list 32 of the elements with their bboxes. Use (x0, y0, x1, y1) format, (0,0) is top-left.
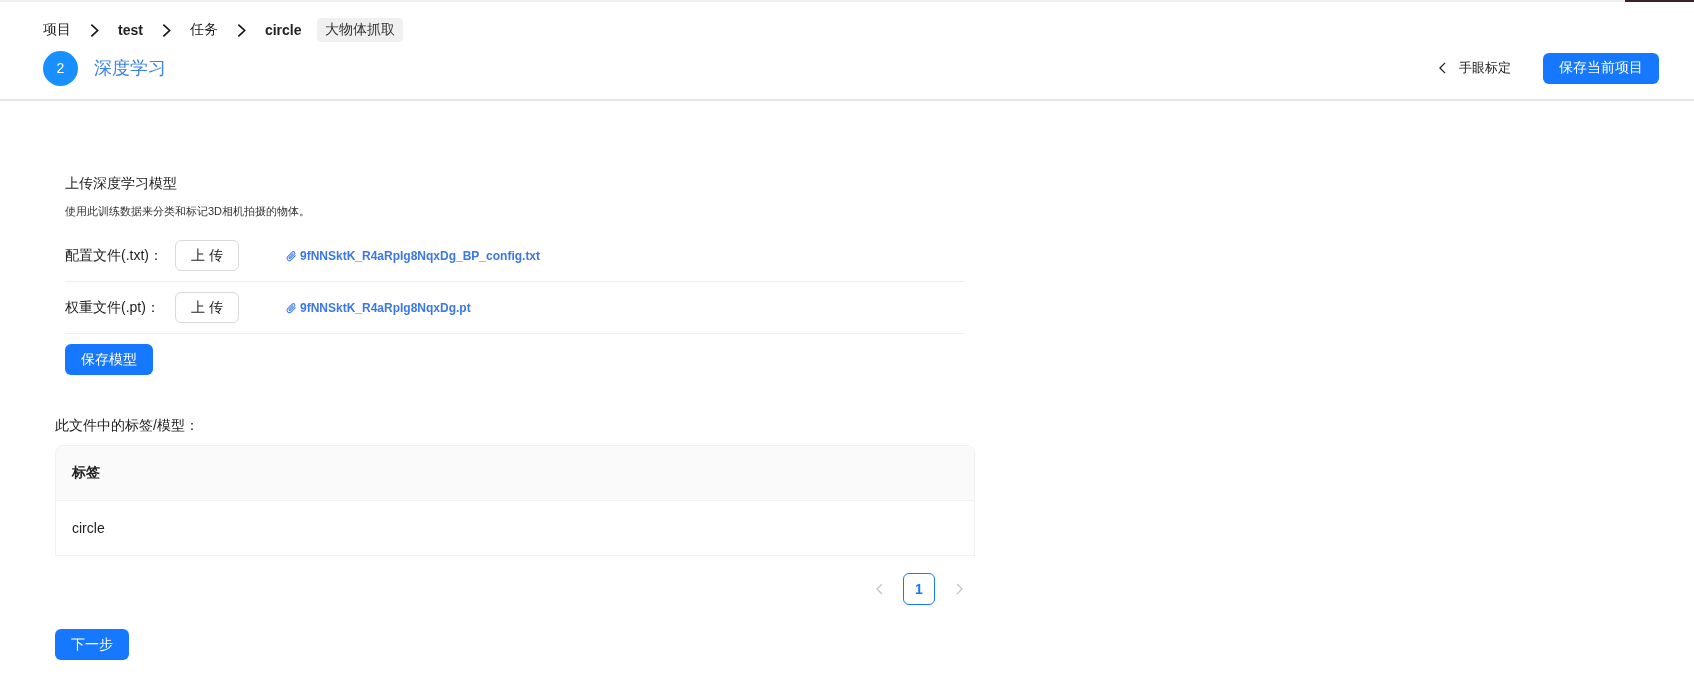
chevron-left-icon (875, 583, 883, 595)
section-description: 使用此训练数据来分类和标记3D相机拍摄的物体。 (65, 204, 311, 219)
next-step-button[interactable]: 下一步 (55, 629, 129, 660)
file-label: 配置文件(.txt)： (65, 246, 164, 265)
chevron-right-icon (236, 22, 246, 38)
file-label: 权重文件(.pt)： (65, 298, 161, 317)
upload-button[interactable]: 上 传 (175, 240, 239, 271)
chevron-left-icon (1439, 62, 1446, 74)
dark-edge-bar (1625, 0, 1694, 2)
breadcrumb-item[interactable]: 任务 (189, 21, 218, 39)
step-number-badge: 2 (43, 50, 78, 86)
back-link[interactable]: 手眼标定 (1439, 59, 1511, 77)
file-link[interactable]: 9fNNSktK_R4aRpIg8NqxDg.pt (286, 300, 471, 315)
chevron-right-icon (955, 583, 963, 595)
file-link[interactable]: 9fNNSktK_R4aRpIg8NqxDg_BP_config.txt (286, 248, 541, 263)
paperclip-icon (286, 301, 297, 314)
breadcrumb-item[interactable]: 项目 (43, 21, 71, 39)
breadcrumb-item[interactable]: circle (264, 22, 302, 38)
save-model-button[interactable]: 保存模型 (65, 344, 153, 375)
chevron-right-icon (90, 22, 99, 38)
table-title: 此文件中的标签/模型： (55, 416, 199, 435)
task-tag: 大物体抓取 (316, 18, 403, 42)
section-title: 上传深度学习模型 (65, 174, 177, 193)
page-button[interactable]: 1 (903, 573, 935, 605)
save-project-button[interactable]: 保存当前项目 (1543, 52, 1659, 84)
breadcrumb-item[interactable]: test (118, 22, 143, 38)
table-cell-text: circle (71, 519, 106, 538)
chevron-right-icon (161, 22, 171, 38)
column-header: 标签 (71, 463, 101, 482)
paperclip-icon (286, 249, 297, 262)
step-title: 深度学习 (94, 57, 166, 80)
upload-button[interactable]: 上 传 (175, 292, 239, 323)
